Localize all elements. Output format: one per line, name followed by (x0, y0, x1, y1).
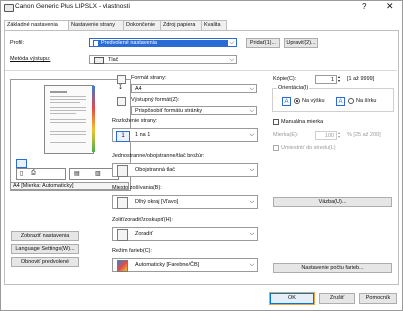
binding-dropdown[interactable]: Dlhý okraj [Vľavo] ⌵ (112, 195, 258, 209)
color-mode-dropdown[interactable]: Automaticky [Farebne/ČB] ⌵ (112, 258, 258, 272)
output-format-value: Prispôsobiť formátu stránky (135, 108, 203, 114)
binding-value: Dlhý okraj [Vľavo] (135, 199, 179, 205)
copies-label: Kópie(C): (273, 76, 297, 82)
language-settings-button[interactable]: Language Settings(W)... (11, 244, 79, 254)
page-layout-dropdown[interactable]: 1 1 na 1 ⌵ (112, 128, 258, 142)
page-format-icon (117, 75, 126, 84)
cancel-button[interactable]: Zrušiť (319, 293, 355, 304)
preview-caption: A4 [Mierka: Automaticky] (13, 183, 74, 189)
help-icon[interactable]: ? (362, 2, 366, 11)
copies-input[interactable]: 1 (315, 75, 337, 84)
chevron-down-icon: ⌵ (249, 167, 254, 173)
printer-icon (4, 4, 14, 12)
ok-button[interactable]: OK (270, 293, 314, 304)
binding-icon (117, 197, 128, 209)
landscape-icon: A (336, 97, 345, 106)
layout-two-icon: ▥ (95, 171, 101, 177)
window-title: Canon Generic Plus LIPSLX - vlastnosti (15, 3, 130, 10)
divider (5, 70, 397, 71)
preview-mode-toggle[interactable]: ▯ ⎙ (16, 168, 66, 180)
page-format-label: Formát strany: (131, 75, 167, 81)
color-mode-label: Režim farieb(C): (112, 248, 153, 254)
collate-value: Zoradiť (135, 231, 153, 237)
scale-label: Mierka(E): (273, 132, 299, 138)
portrait-icon: A (282, 97, 291, 106)
arrow-down-icon: ↧ (118, 85, 124, 91)
page-icon: ▯ (20, 171, 24, 177)
collate-label: Zoliť/zoradiť/zoskupiť(H): (112, 217, 173, 223)
copies-range: [1 až 9999] (347, 76, 375, 82)
tab-finishing[interactable]: Dokončenie (123, 20, 164, 30)
manual-scale-label: Manuálna mierka (281, 119, 324, 125)
portrait-label: Na výšku (302, 98, 325, 104)
copies-value: 1 (330, 77, 334, 83)
chevron-down-icon: ⌵ (229, 40, 234, 46)
page-format-value: A4 (135, 86, 142, 92)
binding-button[interactable]: Väzba(U)... (273, 197, 392, 207)
close-icon[interactable]: ✕ (386, 1, 394, 12)
landscape-label: Na šírku (356, 98, 377, 104)
help-button[interactable]: Pomocník (359, 293, 397, 304)
duplex-icon (117, 165, 128, 177)
color-mode-value: Automaticky [Farebne/ČB] (135, 262, 200, 268)
output-method-value: Tlač (108, 57, 119, 63)
chevron-down-icon: ⌵ (249, 132, 254, 138)
output-method-label: Metóda výstupu: (10, 56, 51, 62)
profile-dropdown[interactable]: Predvolené nastavenia ⌵ (89, 38, 237, 47)
scale-spinner-icon[interactable]: ▴ ▾ (338, 131, 343, 140)
portrait-radio[interactable] (294, 98, 300, 104)
color-icon (117, 260, 128, 272)
scale-value: 100 (324, 133, 334, 139)
profile-label: Profil: (10, 40, 25, 46)
tab-page-setup[interactable]: Nastavenie strany (68, 20, 127, 30)
collate-dropdown[interactable]: Zoradiť ⌵ (112, 227, 258, 241)
output-method-dropdown[interactable]: Tlač ⌵ (89, 55, 237, 64)
scale-range: % [25 až 200] (347, 132, 381, 138)
scale-input[interactable]: 100 (315, 131, 337, 140)
duplex-label: Jednostranne/obojstranne/tlač brožúr: (112, 153, 205, 159)
chevron-down-icon: ⌵ (249, 262, 254, 268)
color-strip (92, 86, 95, 152)
preview-page (44, 85, 94, 154)
show-settings-button[interactable]: Zobraziť nastavenia (11, 231, 79, 241)
chevron-down-icon: ⌵ (249, 86, 254, 92)
duplex-value: Obojstranná tlač (135, 167, 176, 173)
profile-value: Predvolené nastavenia (101, 40, 157, 46)
center-label: Umiestniť do stredu(L) (281, 145, 336, 151)
chevron-down-icon: ⌵ (249, 199, 254, 205)
page-format-dropdown[interactable]: A4 ⌵ (131, 84, 257, 93)
orientation-label: Orientácia(I) (277, 85, 310, 91)
output-format-dropdown[interactable]: Prispôsobiť formátu stránky ⌵ (131, 106, 257, 115)
landscape-radio[interactable] (348, 98, 354, 104)
layout-one-icon: ▤ (74, 171, 80, 177)
tab-paper-source[interactable]: Zdroj papiera (160, 20, 205, 30)
printer-small-icon (94, 57, 104, 64)
color-count-button[interactable]: Nastavenie počtu farieb... (273, 263, 392, 273)
chevron-down-icon: ⌵ (229, 57, 234, 63)
chevron-down-icon: ⌵ (249, 231, 254, 237)
edit-profile-button[interactable]: Upraviť(2)... (284, 38, 318, 48)
layout-icon: 1 (116, 131, 130, 142)
tab-quality[interactable]: Kvalita (201, 20, 227, 30)
add-profile-button[interactable]: Pridať(1)... (246, 38, 280, 48)
page-layout-label: Rozloženie strany: (112, 118, 158, 124)
center-checkbox[interactable] (273, 145, 279, 151)
duplex-dropdown[interactable]: Obojstranná tlač ⌵ (112, 163, 258, 177)
manual-scale-checkbox[interactable] (273, 119, 279, 125)
binding-label: Miesto zošívania(B): (112, 185, 162, 191)
output-format-label: Výstupný formát(Z): (131, 97, 180, 103)
chevron-down-icon: ⌵ (249, 108, 254, 114)
copies-spinner-icon[interactable]: ▴ ▾ (338, 75, 343, 84)
output-format-icon (117, 97, 126, 106)
printer-preview-icon: ⎙ (31, 170, 36, 176)
restore-defaults-button[interactable]: Obnoviť predvolené (11, 257, 79, 267)
collate-icon (117, 229, 128, 241)
settings-view-icon[interactable] (16, 159, 27, 168)
page-layout-value: 1 na 1 (135, 132, 151, 138)
